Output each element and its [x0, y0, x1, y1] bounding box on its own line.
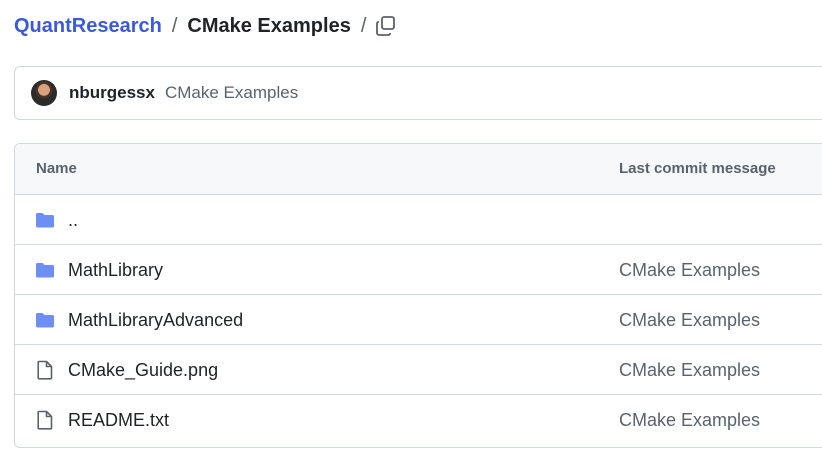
table-row-cmake-guide[interactable]: CMake_Guide.png CMake Examples: [15, 345, 822, 395]
file-commit-message[interactable]: CMake Examples: [619, 395, 760, 445]
avatar[interactable]: [31, 80, 57, 106]
table-row-readme[interactable]: README.txt CMake Examples: [15, 395, 822, 445]
file-commit-message[interactable]: CMake Examples: [619, 345, 760, 395]
breadcrumb-trailing-separator: /: [360, 15, 367, 37]
file-icon: [37, 360, 53, 380]
column-header-name: Name: [36, 160, 77, 177]
table-row-parent-dir[interactable]: ..: [15, 195, 822, 245]
folder-icon: [36, 313, 54, 328]
copy-icon: [376, 16, 395, 36]
commit-author[interactable]: nburgessx: [69, 83, 155, 103]
file-commit-message[interactable]: CMake Examples: [619, 245, 760, 295]
table-header: Name Last commit message: [15, 144, 822, 195]
breadcrumb: QuantResearch / CMake Examples /: [14, 12, 376, 40]
breadcrumb-current-folder: CMake Examples: [187, 15, 351, 37]
file-name[interactable]: MathLibraryAdvanced: [68, 295, 243, 345]
file-name[interactable]: MathLibrary: [68, 245, 163, 295]
column-header-last-commit: Last commit message: [619, 160, 776, 177]
table-row-mathlibrary[interactable]: MathLibrary CMake Examples: [15, 245, 822, 295]
file-table: Name Last commit message .. MathLibrary …: [14, 143, 822, 448]
folder-icon: [36, 263, 54, 278]
file-name[interactable]: ..: [68, 195, 78, 245]
file-name[interactable]: CMake_Guide.png: [68, 345, 218, 395]
table-row-mathlibraryadvanced[interactable]: MathLibraryAdvanced CMake Examples: [15, 295, 822, 345]
breadcrumb-separator: /: [171, 15, 178, 37]
file-commit-message[interactable]: CMake Examples: [619, 295, 760, 345]
folder-icon: [36, 213, 54, 228]
copy-path-button[interactable]: [372, 12, 400, 40]
file-icon: [37, 410, 53, 430]
latest-commit-box: nburgessx CMake Examples: [14, 66, 822, 120]
file-name[interactable]: README.txt: [68, 395, 169, 445]
commit-message[interactable]: CMake Examples: [165, 83, 298, 103]
breadcrumb-repo-link[interactable]: QuantResearch: [14, 12, 162, 40]
